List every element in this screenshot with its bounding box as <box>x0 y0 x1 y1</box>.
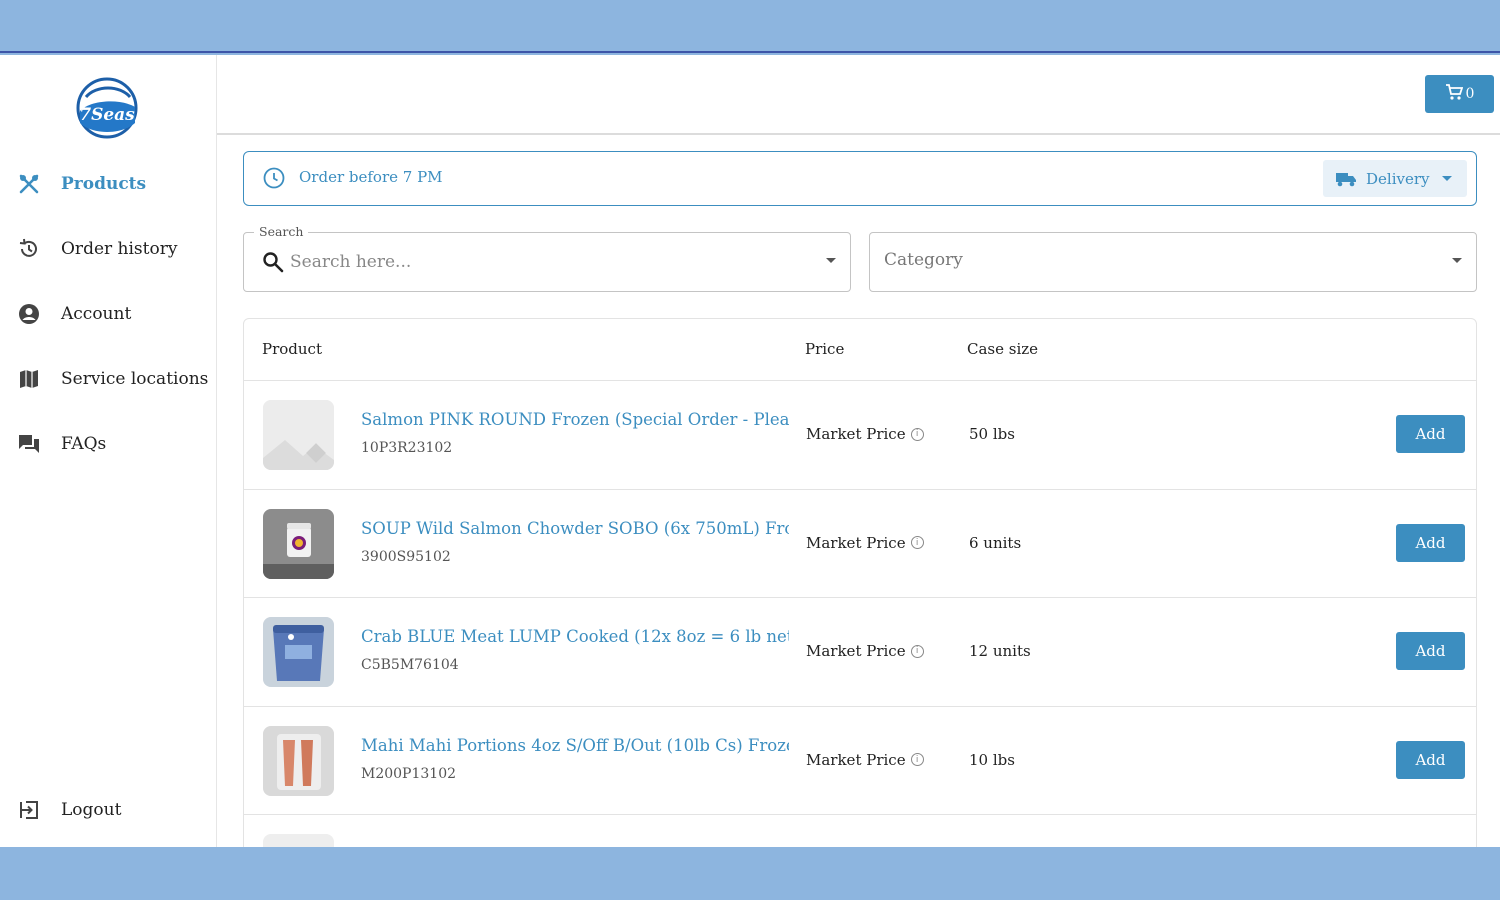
add-to-cart-button[interactable]: Add <box>1396 523 1465 562</box>
logout-button[interactable]: Logout <box>0 785 216 835</box>
add-to-cart-button[interactable]: Add <box>1396 632 1465 670</box>
sidebar: 7Seas Products Order history Account Ser… <box>0 55 217 847</box>
sidebar-item-label: Service locations <box>61 369 209 389</box>
sidebar-item-account[interactable]: Account <box>0 289 216 339</box>
search-legend: Search <box>254 224 309 239</box>
svg-text:7Seas: 7Seas <box>79 105 135 125</box>
sidebar-item-products[interactable]: Products <box>0 159 216 209</box>
product-name-link[interactable]: Mahi Mahi Portions 4oz S/Off B/Out (10lb… <box>361 736 789 755</box>
category-select[interactable]: Category <box>869 232 1477 292</box>
product-case-size: 50 lbs <box>969 425 1015 443</box>
product-price: Market Price i <box>806 751 924 769</box>
account-circle-icon <box>18 303 40 325</box>
clock-icon <box>263 167 285 189</box>
info-icon[interactable]: i <box>910 427 924 441</box>
table-row: Crab BLUE Meat LUMP Cooked (12x 8oz = 6 … <box>244 598 1476 707</box>
logout-label: Logout <box>61 800 122 820</box>
products-table: Product Price Case size Salmon PINK ROUN… <box>243 318 1477 847</box>
table-row: Salmon PINK ROUND Frozen (Special Order … <box>244 381 1476 490</box>
sidebar-item-faqs[interactable]: FAQs <box>0 419 216 469</box>
info-icon[interactable]: i <box>910 753 924 766</box>
cart-icon <box>1445 83 1463 105</box>
table-row: Mahi Mahi Portions 4oz S/Off B/Out (10lb… <box>244 707 1476 815</box>
price-text: Market Price <box>806 425 906 443</box>
product-name-link[interactable]: Salmon PINK ROUND Frozen (Special Order … <box>361 410 789 429</box>
product-sku: C5B5M76104 <box>361 657 459 673</box>
app-window: 7Seas Products Order history Account Ser… <box>0 55 1500 847</box>
info-icon[interactable]: i <box>910 644 924 658</box>
column-header-case-size: Case size <box>967 340 1039 358</box>
logout-icon <box>18 799 40 821</box>
top-frame-band <box>0 0 1500 53</box>
price-text: Market Price <box>806 642 906 660</box>
order-cutoff-text: Order before 7 PM <box>299 168 443 186</box>
top-bar: 0 <box>217 55 1500 135</box>
product-name-link[interactable]: SOUP Wild Salmon Chowder SOBO (6x 750mL)… <box>361 519 789 538</box>
product-price: Market Price i <box>806 534 924 552</box>
history-icon <box>18 238 40 260</box>
product-case-size: 12 units <box>969 642 1031 660</box>
info-icon[interactable]: i <box>910 536 924 549</box>
chevron-down-icon <box>1452 258 1462 263</box>
product-name-link[interactable]: Crab BLUE Meat LUMP Cooked (12x 8oz = 6 … <box>361 627 789 646</box>
add-to-cart-button[interactable]: Add <box>1396 740 1465 779</box>
price-text: Market Price <box>806 750 906 769</box>
column-header-price: Price <box>805 340 845 358</box>
column-header-product: Product <box>262 340 322 358</box>
sidebar-item-order-history[interactable]: Order history <box>0 224 216 274</box>
forum-icon <box>18 433 40 455</box>
table-row: SOUP Wild Salmon Chowder SOBO (6x 750mL)… <box>244 490 1476 598</box>
search-icon <box>262 251 284 273</box>
utensils-icon <box>18 173 40 195</box>
search-input[interactable] <box>290 247 790 277</box>
table-header: Product Price Case size <box>244 319 1476 381</box>
product-sku: 3900S95102 <box>361 548 451 565</box>
product-case-size: 6 units <box>969 533 1022 552</box>
cart-button[interactable]: 0 <box>1425 75 1494 113</box>
order-cutoff-bar: Order before 7 PM Delivery <box>243 151 1477 206</box>
map-icon <box>18 368 40 390</box>
product-sku: 10P3R23102 <box>361 440 453 456</box>
truck-icon <box>1336 171 1357 187</box>
sidebar-item-service-locations[interactable]: Service locations <box>0 354 216 404</box>
product-price: Market Price i <box>806 425 924 443</box>
product-image-soup <box>263 508 334 579</box>
search-field: Search <box>243 224 851 292</box>
price-text: Market Price <box>806 533 906 552</box>
brand-logo[interactable]: 7Seas <box>72 77 142 139</box>
sidebar-item-label: Account <box>61 304 132 324</box>
bottom-frame-band <box>0 847 1500 900</box>
product-image-placeholder <box>263 400 334 470</box>
product-image-mahi <box>263 725 334 796</box>
product-price: Market Price i <box>806 642 924 660</box>
delivery-method-dropdown[interactable]: Delivery <box>1323 160 1467 197</box>
product-sku: M200P13102 <box>361 765 457 782</box>
product-case-size: 10 lbs <box>969 750 1015 769</box>
search-dropdown-arrow-icon[interactable] <box>826 258 836 263</box>
table-row <box>244 815 1476 847</box>
main-content: 0 Order before 7 PM Delivery Search Sear… <box>217 55 1500 847</box>
cart-count: 0 <box>1465 86 1475 102</box>
sidebar-item-label: Products <box>61 174 147 194</box>
sidebar-item-label: Order history <box>61 239 178 259</box>
product-image-placeholder <box>263 834 334 847</box>
add-to-cart-button[interactable]: Add <box>1396 415 1465 453</box>
product-image-crab <box>263 617 334 687</box>
delivery-label: Delivery <box>1366 169 1430 188</box>
chevron-down-icon <box>1441 175 1452 182</box>
sidebar-item-label: FAQs <box>61 434 107 454</box>
category-placeholder: Category <box>884 250 963 270</box>
